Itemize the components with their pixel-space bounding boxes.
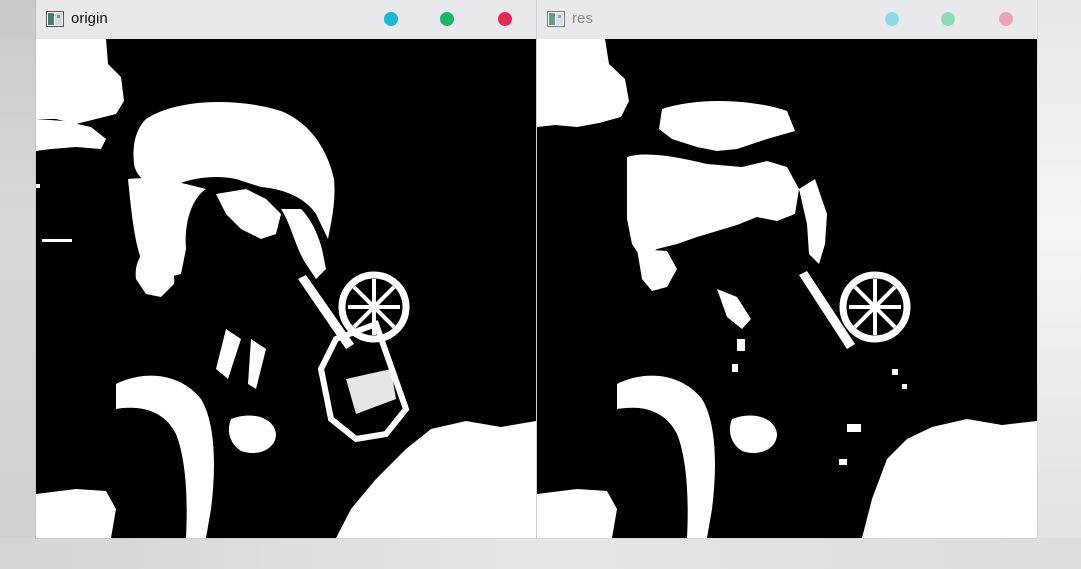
window-title: origin <box>71 10 108 27</box>
window-titlebar[interactable]: res <box>537 0 1037 39</box>
desktop-background-bottom <box>0 538 1081 569</box>
window-titlebar[interactable]: origin <box>36 0 536 39</box>
maximize-button[interactable] <box>941 12 955 26</box>
binary-image-res <box>537 39 1037 538</box>
image-viewer-icon <box>547 11 565 27</box>
close-button[interactable] <box>999 12 1013 26</box>
minimize-button[interactable] <box>885 12 899 26</box>
image-window-res[interactable]: res <box>537 0 1037 538</box>
window-title: res <box>572 10 593 27</box>
binary-image-origin <box>36 39 536 538</box>
desktop-background-left <box>0 0 36 569</box>
close-button[interactable] <box>498 12 512 26</box>
maximize-button[interactable] <box>440 12 454 26</box>
image-viewer-icon <box>46 11 64 27</box>
minimize-button[interactable] <box>384 12 398 26</box>
image-window-origin[interactable]: origin <box>36 0 536 538</box>
desktop-background-right <box>1037 0 1081 569</box>
